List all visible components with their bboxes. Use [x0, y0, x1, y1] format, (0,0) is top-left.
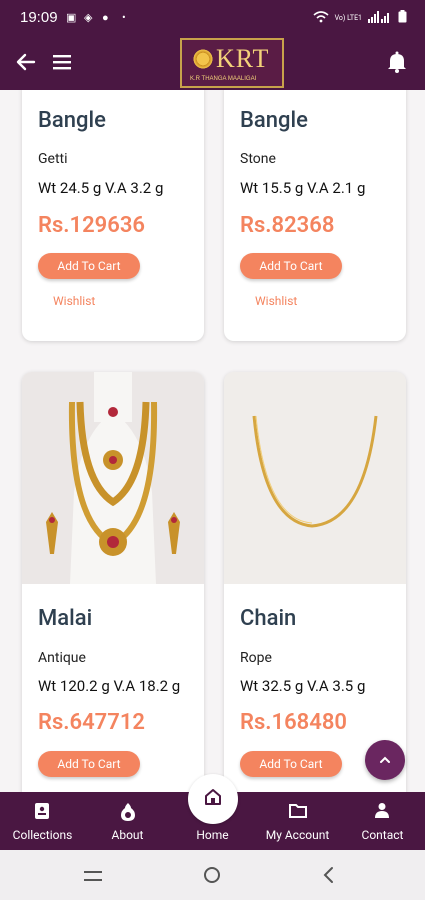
- network-label: Vo) LTE1: [334, 13, 362, 22]
- status-bar: 19:09 ▣ ◈ ● • Vo) LTE1: [0, 0, 425, 36]
- product-image[interactable]: [224, 372, 406, 584]
- gallery-icon: ▣: [66, 11, 77, 24]
- android-system-nav: [0, 850, 425, 900]
- nav-collections-label: Collections: [12, 828, 73, 842]
- collections-icon: [35, 803, 49, 819]
- product-card[interactable]: Bangle Stone Wt 15.5 g V.A 2.1 g Rs.8236…: [224, 90, 406, 341]
- chat-icon: ●: [102, 11, 109, 24]
- notification-bell-icon[interactable]: [387, 51, 407, 73]
- product-title: Chain: [240, 606, 297, 631]
- sun-emblem-icon: [192, 48, 214, 70]
- add-to-cart-button[interactable]: Add To Cart: [240, 253, 342, 279]
- product-price: Rs.647712: [38, 710, 145, 735]
- product-type: Getti: [38, 151, 68, 167]
- add-to-cart-button[interactable]: Add To Cart: [38, 751, 140, 777]
- about-icon: [121, 803, 135, 821]
- product-card[interactable]: Malai Antique Wt 120.2 g V.A 18.2 g Rs.6…: [22, 372, 204, 792]
- home-icon: [205, 789, 221, 805]
- home-system-icon[interactable]: [203, 866, 221, 888]
- product-title: Bangle: [240, 108, 308, 133]
- signal-icon: [368, 10, 392, 26]
- home-button[interactable]: [188, 774, 238, 824]
- add-to-cart-button[interactable]: Add To Cart: [38, 253, 140, 279]
- product-title: Bangle: [38, 108, 106, 133]
- recent-apps-icon[interactable]: [84, 868, 102, 887]
- product-type: Stone: [240, 151, 276, 167]
- brand-logo[interactable]: KRT K.R THANGA MAALIGAI: [180, 38, 284, 88]
- menu-icon[interactable]: [52, 52, 72, 72]
- status-right: Vo) LTE1: [313, 10, 407, 26]
- product-price: Rs.129636: [38, 213, 145, 238]
- app-notification-icon: ◈: [84, 11, 93, 24]
- nav-contact[interactable]: Contact: [340, 792, 425, 850]
- dot-icon: •: [122, 11, 126, 24]
- nav-about-label: About: [111, 828, 144, 842]
- product-title: Malai: [38, 606, 93, 631]
- back-system-icon[interactable]: [322, 866, 334, 888]
- wishlist-link[interactable]: Wishlist: [53, 294, 95, 308]
- product-card[interactable]: Bangle Getti Wt 24.5 g V.A 3.2 g Rs.1296…: [22, 90, 204, 341]
- nav-my-account[interactable]: My Account: [255, 792, 340, 850]
- folder-icon: [289, 804, 307, 818]
- product-type: Antique: [38, 650, 86, 666]
- wishlist-link[interactable]: Wishlist: [255, 294, 297, 308]
- person-icon: [375, 803, 389, 818]
- nav-account-label: My Account: [265, 828, 330, 842]
- wifi-icon: [313, 10, 329, 26]
- scroll-top-button[interactable]: [365, 740, 405, 780]
- nav-about[interactable]: About: [85, 792, 170, 850]
- product-type: Rope: [240, 650, 272, 666]
- logo-text: KRT: [216, 44, 270, 73]
- product-card[interactable]: Chain Rope Wt 32.5 g V.A 3.5 g Rs.168480…: [224, 372, 406, 792]
- status-time: 19:09: [20, 9, 58, 26]
- logo-subtitle: K.R THANGA MAALIGAI: [190, 76, 257, 82]
- add-to-cart-button[interactable]: Add To Cart: [240, 751, 342, 777]
- nav-contact-label: Contact: [361, 828, 404, 842]
- nav-collections[interactable]: Collections: [0, 792, 85, 850]
- product-image[interactable]: [22, 372, 204, 584]
- product-weight: Wt 24.5 g V.A 3.2 g: [38, 179, 164, 197]
- app-header: KRT K.R THANGA MAALIGAI: [0, 36, 425, 90]
- back-arrow-icon[interactable]: [14, 50, 38, 74]
- product-grid[interactable]: Bangle Getti Wt 24.5 g V.A 3.2 g Rs.1296…: [0, 90, 425, 792]
- product-price: Rs.168480: [240, 710, 347, 735]
- product-price: Rs.82368: [240, 213, 335, 238]
- product-weight: Wt 120.2 g V.A 18.2 g: [38, 677, 181, 695]
- product-weight: Wt 15.5 g V.A 2.1 g: [240, 179, 366, 197]
- battery-icon: [398, 10, 407, 26]
- product-weight: Wt 32.5 g V.A 3.5 g: [240, 677, 366, 695]
- nav-home-label: Home: [196, 828, 229, 842]
